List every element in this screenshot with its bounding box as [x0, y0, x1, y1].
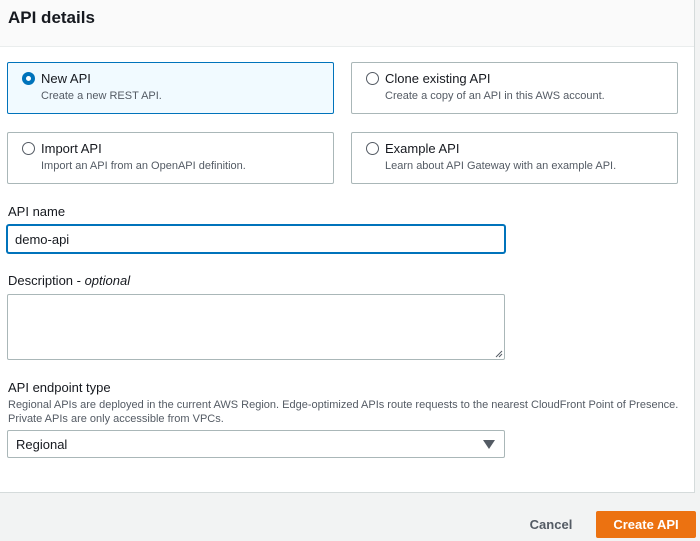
api-details-panel: API details New API Create a new REST AP… — [0, 0, 695, 493]
panel-title: API details — [8, 8, 95, 27]
resize-handle-icon[interactable] — [495, 350, 503, 358]
radio-selected-icon[interactable] — [22, 72, 35, 85]
create-api-button[interactable]: Create API — [596, 511, 696, 538]
optional-tag: optional — [84, 273, 131, 288]
endpoint-type-help: Regional APIs are deployed in the curren… — [8, 399, 679, 425]
option-description: Create a new REST API. — [41, 90, 162, 102]
option-label: Example API — [385, 141, 460, 156]
option-description: Import an API from an OpenAPI definition… — [41, 160, 246, 172]
radio-unselected-icon[interactable] — [22, 142, 35, 155]
option-label: Import API — [41, 141, 102, 156]
endpoint-type-value: Regional — [16, 437, 68, 452]
api-name-label: API name — [8, 204, 66, 219]
option-import-api[interactable]: Import API Import an API from an OpenAPI… — [7, 132, 334, 184]
api-name-input[interactable] — [7, 225, 505, 253]
option-example-api[interactable]: Example API Learn about API Gateway with… — [351, 132, 678, 184]
option-new-api[interactable]: New API Create a new REST API. — [7, 62, 334, 114]
caret-down-icon — [483, 440, 495, 449]
option-label: Clone existing API — [385, 71, 491, 86]
option-clone-existing-api[interactable]: Clone existing API Create a copy of an A… — [351, 62, 678, 114]
panel-header: API details — [0, 0, 694, 47]
endpoint-type-select[interactable]: Regional — [7, 430, 505, 458]
radio-unselected-icon[interactable] — [366, 142, 379, 155]
cancel-button[interactable]: Cancel — [522, 511, 580, 537]
description-label: Description - optional — [8, 273, 130, 288]
option-description: Learn about API Gateway with an example … — [385, 160, 617, 172]
description-label-text: Description - — [8, 273, 85, 288]
option-label: New API — [41, 71, 91, 86]
description-textarea[interactable] — [7, 294, 505, 360]
radio-unselected-icon[interactable] — [366, 72, 379, 85]
option-description: Create a copy of an API in this AWS acco… — [385, 90, 605, 102]
endpoint-type-label: API endpoint type — [8, 380, 111, 395]
